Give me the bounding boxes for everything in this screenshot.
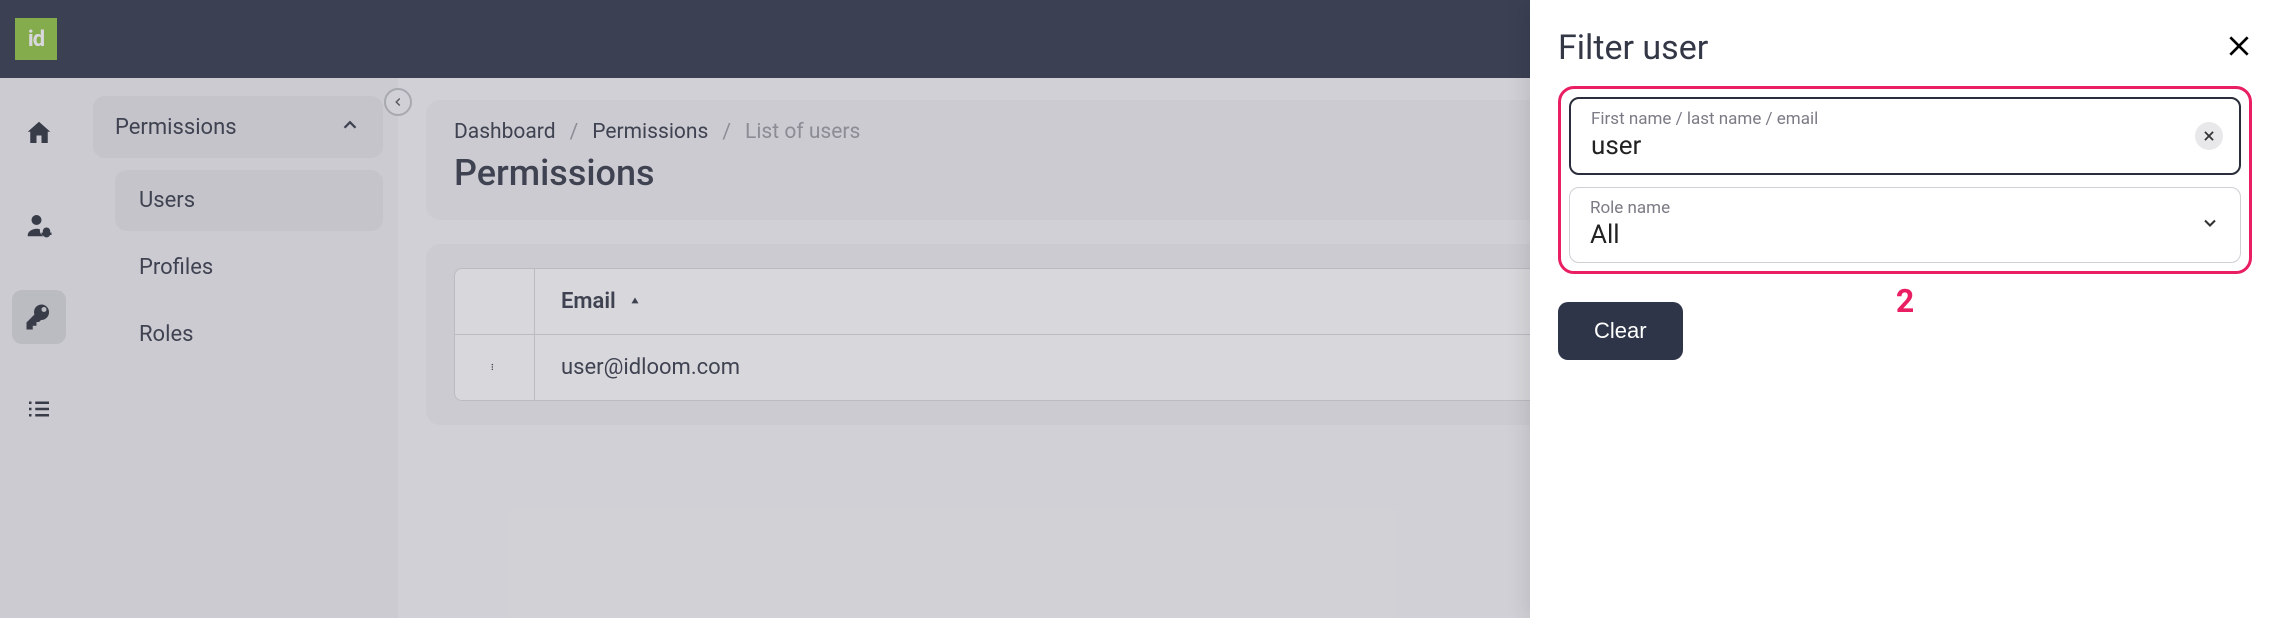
nav-user-settings-icon[interactable] <box>12 198 66 252</box>
clear-filters-button[interactable]: Clear <box>1558 302 1683 360</box>
th-email-label: Email <box>561 289 616 314</box>
sidebar-item-users[interactable]: Users <box>115 170 383 231</box>
sidebar-collapse-button[interactable] <box>384 88 412 116</box>
role-select-field[interactable]: Role name All <box>1569 187 2241 263</box>
th-actions <box>455 269 535 334</box>
chevron-up-icon <box>339 114 361 140</box>
clear-input-icon[interactable] <box>2195 122 2223 150</box>
sort-ascending-icon <box>628 289 642 314</box>
app-logo[interactable]: id <box>15 18 57 60</box>
sidebar-item-profiles[interactable]: Profiles <box>115 237 383 298</box>
breadcrumb-dashboard[interactable]: Dashboard <box>454 120 556 144</box>
nav-list-icon[interactable] <box>12 382 66 436</box>
breadcrumb-separator: / <box>722 120 731 144</box>
sidebar-items: Users Profiles Roles <box>93 170 383 365</box>
nav-permissions-icon[interactable] <box>12 290 66 344</box>
sidebar-group-title: Permissions <box>115 115 237 140</box>
search-field-label: First name / last name / email <box>1591 109 2219 129</box>
breadcrumb-permissions[interactable]: Permissions <box>592 120 708 144</box>
search-field[interactable]: First name / last name / email user <box>1569 97 2241 175</box>
sidebar-group-permissions[interactable]: Permissions <box>93 96 383 158</box>
slideover-header: Filter user <box>1558 28 2252 68</box>
annotation-marker: 2 <box>1896 282 1914 320</box>
secondary-sidebar: Permissions Users Profiles Roles <box>78 78 398 618</box>
role-field-value: All <box>1590 220 2220 250</box>
sidebar-item-roles[interactable]: Roles <box>115 304 383 365</box>
row-actions-button[interactable] <box>455 335 535 400</box>
search-field-value: user <box>1591 131 2219 161</box>
filter-slideover: Filter user First name / last name / ema… <box>1530 0 2280 618</box>
slideover-title: Filter user <box>1558 28 1708 68</box>
filter-fields-highlight: First name / last name / email user Role… <box>1558 86 2252 274</box>
chevron-down-icon <box>2200 213 2220 237</box>
nav-home-icon[interactable] <box>12 106 66 160</box>
th-email[interactable]: Email <box>535 269 668 334</box>
logo-text: id <box>28 27 44 52</box>
icon-sidebar <box>0 78 78 618</box>
role-field-label: Role name <box>1590 198 2220 218</box>
cell-email: user@idloom.com <box>535 335 766 400</box>
breadcrumb-separator: / <box>570 120 579 144</box>
close-button[interactable] <box>2226 33 2252 63</box>
breadcrumb-current: List of users <box>745 120 860 144</box>
